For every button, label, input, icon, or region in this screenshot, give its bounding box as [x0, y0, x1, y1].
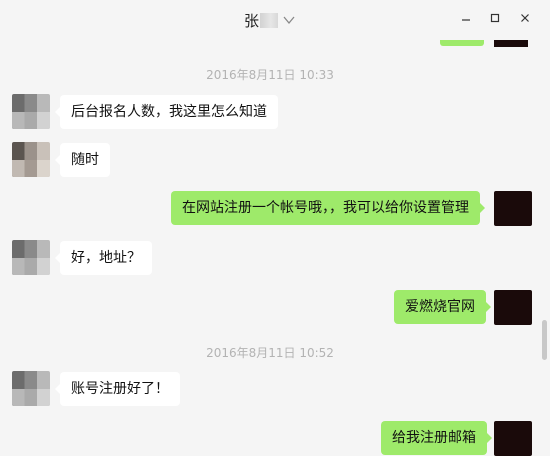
outgoing-message[interactable]: 给我注册邮箱 [381, 421, 492, 455]
contact-name: 张 [244, 11, 260, 30]
outgoing-message[interactable]: 在网站注册一个帐号哦，，我可以给你设置管理 [171, 191, 485, 225]
contact-name-blur [260, 12, 279, 28]
close-button[interactable] [517, 10, 533, 26]
partial-message-bubble [440, 40, 484, 46]
incoming-message[interactable]: 账号注册好了！ [55, 372, 180, 406]
scrollbar-thumb[interactable] [542, 320, 547, 360]
incoming-message[interactable]: 后台报名人数，我这里怎么知道 [55, 95, 278, 129]
timestamp: 2016年8月11日 10:52 [206, 346, 334, 360]
contact-avatar[interactable] [12, 371, 50, 406]
minimize-icon [462, 19, 470, 21]
self-avatar[interactable] [494, 421, 532, 456]
close-icon [521, 14, 529, 22]
contact-avatar[interactable] [12, 240, 50, 275]
maximize-icon [490, 13, 500, 23]
timestamp: 2016年8月11日 10:33 [206, 68, 334, 82]
minimize-button[interactable] [458, 10, 474, 26]
title-bar: 张 [0, 0, 550, 40]
partial-self-avatar [494, 40, 528, 47]
incoming-message[interactable]: 好，地址？ [55, 241, 152, 275]
incoming-message[interactable]: 随时 [55, 143, 110, 177]
chat-title[interactable]: 张 [244, 10, 296, 30]
contact-avatar[interactable] [12, 142, 50, 177]
chat-scrollbar[interactable] [540, 40, 550, 456]
chat-history[interactable]: 2016年8月11日 10:33 后台报名人数，我这里怎么知道 随时 在网站注册… [0, 40, 540, 456]
self-avatar[interactable] [494, 191, 532, 226]
contact-avatar[interactable] [12, 94, 50, 129]
outgoing-message[interactable]: 爱燃烧官网 [394, 290, 491, 324]
chevron-down-icon[interactable] [282, 13, 296, 27]
maximize-button[interactable] [487, 10, 503, 26]
self-avatar[interactable] [494, 290, 532, 325]
